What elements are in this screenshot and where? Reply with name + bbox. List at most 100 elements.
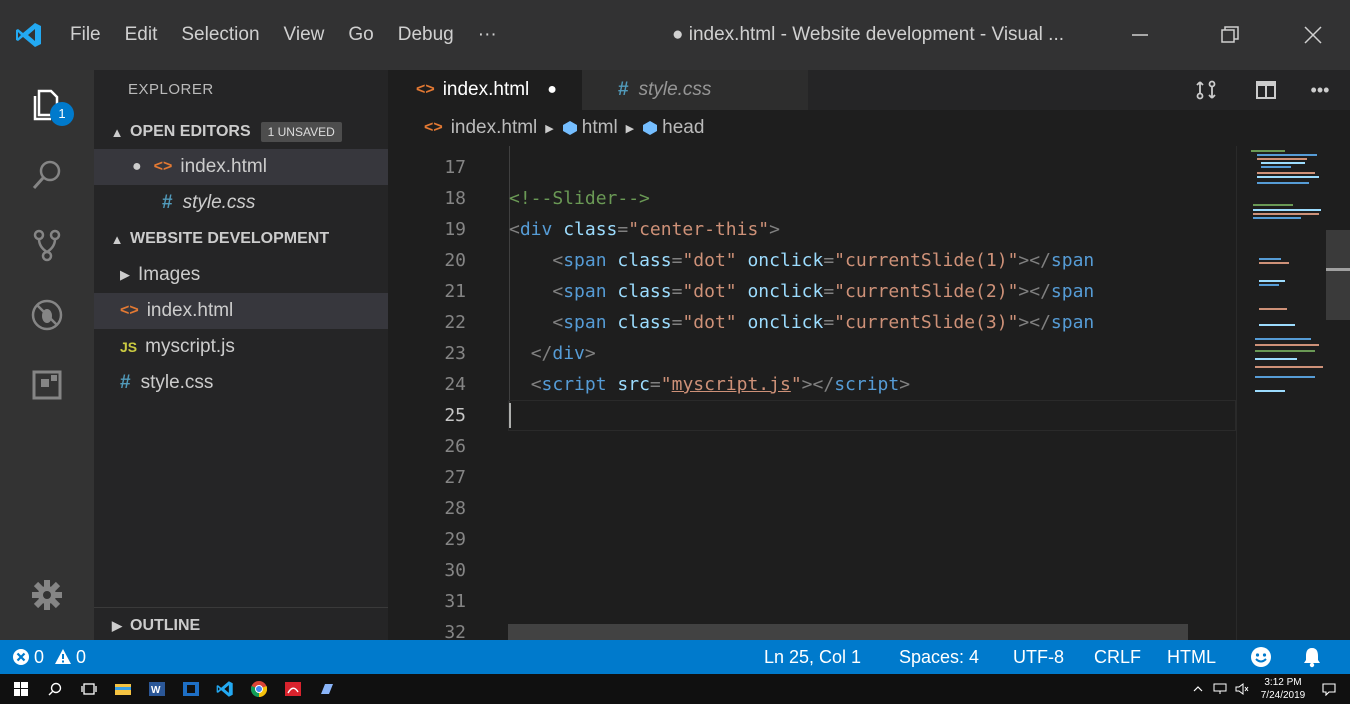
line-number: 18 xyxy=(444,188,466,209)
breadcrumb-head[interactable]: head xyxy=(662,117,704,139)
menu-debug[interactable]: Debug xyxy=(386,0,466,70)
chevron-up-icon xyxy=(1193,686,1203,692)
minimap-line xyxy=(1255,358,1297,360)
extensions-activity[interactable] xyxy=(0,350,94,420)
vscode-logo-icon xyxy=(216,681,233,697)
error-icon xyxy=(13,649,29,665)
split-editor-icon xyxy=(1256,81,1276,99)
explorer-title: EXPLORER xyxy=(128,81,214,98)
taskbar-word[interactable]: W xyxy=(142,674,172,704)
taskbar-clock[interactable]: 3:12 PM 7/24/2019 xyxy=(1258,676,1308,702)
expanded-chevron-icon: ▲ xyxy=(110,231,124,247)
minimap-line xyxy=(1253,209,1321,211)
scrollbar-thumb[interactable] xyxy=(1326,230,1350,320)
open-editor-index-html[interactable]: ● <> index.html xyxy=(94,149,388,185)
manage-activity[interactable] xyxy=(0,560,94,630)
code-editor[interactable]: 17 18 19 20 21 22 23 24 25 26 27 28 29 3… xyxy=(388,146,1236,640)
vscode-logo-icon[interactable] xyxy=(0,0,58,70)
menu-go[interactable]: Go xyxy=(336,0,385,70)
line-number: 32 xyxy=(444,622,466,640)
minimap-line xyxy=(1259,284,1279,286)
unsaved-dot-icon[interactable]: ● xyxy=(132,158,142,176)
tray-chevron-button[interactable] xyxy=(1186,674,1210,704)
split-editor-button[interactable] xyxy=(1246,70,1286,110)
open-changes-button[interactable] xyxy=(1186,70,1226,110)
error-count: 0 xyxy=(34,647,45,667)
taskbar-notepad[interactable] xyxy=(312,674,342,704)
menu-edit[interactable]: Edit xyxy=(113,0,170,70)
svg-text:W: W xyxy=(151,685,161,696)
compare-changes-icon xyxy=(1196,80,1216,100)
indentation-setting[interactable]: Spaces: 4 xyxy=(899,640,979,674)
taskbar-app[interactable] xyxy=(176,674,206,704)
file-myscript-js[interactable]: JS myscript.js xyxy=(94,329,388,365)
language-mode[interactable]: HTML xyxy=(1167,640,1216,674)
menu-file[interactable]: File xyxy=(58,0,113,70)
tab-label: index.html xyxy=(442,79,530,100)
close-window-button[interactable] xyxy=(1283,0,1343,70)
action-center-button[interactable] xyxy=(1314,674,1344,704)
source-control-activity[interactable] xyxy=(0,210,94,280)
file-style-css[interactable]: # style.css xyxy=(94,365,388,401)
notifications-button[interactable] xyxy=(1302,640,1322,674)
code-line-18: <!--Slider--> xyxy=(509,188,650,209)
cursor-position[interactable]: Ln 25, Col 1 xyxy=(764,640,861,674)
open-editors-header[interactable]: ▲ OPEN EDITORS 1 UNSAVED xyxy=(94,114,388,150)
taskbar-file-explorer[interactable] xyxy=(108,674,138,704)
line-number: 21 xyxy=(444,281,466,302)
problems-indicator[interactable]: 0 0 xyxy=(12,640,86,674)
tab-label: style.css xyxy=(638,79,712,100)
taskbar-vscode[interactable] xyxy=(210,674,240,704)
line-number: 28 xyxy=(444,498,466,519)
vertical-scrollbar[interactable] xyxy=(1326,146,1350,640)
line-number: 22 xyxy=(444,312,466,333)
taskbar-chrome[interactable] xyxy=(244,674,274,704)
script-src-link[interactable]: myscript.js xyxy=(672,374,791,395)
line-number: 20 xyxy=(444,250,466,271)
project-label: WEBSITE DEVELOPMENT xyxy=(130,230,330,247)
menu-more[interactable]: ··· xyxy=(466,0,509,70)
menu-view[interactable]: View xyxy=(272,0,337,70)
tab-index-html[interactable]: <> index.html ● xyxy=(388,70,582,110)
html-file-icon: <> xyxy=(424,119,443,136)
unsaved-dot-icon[interactable]: ● xyxy=(547,81,557,99)
minimap-line xyxy=(1259,262,1289,264)
file-label: index.html xyxy=(146,300,234,321)
breadcrumb-html[interactable]: html xyxy=(582,117,618,139)
code-line-24: <script src="myscript.js"></script> xyxy=(530,374,911,395)
outline-header[interactable]: ▶ OUTLINE xyxy=(94,607,388,643)
open-editor-label: style.css xyxy=(182,192,256,213)
tray-network[interactable] xyxy=(1208,674,1232,704)
search-activity[interactable] xyxy=(0,140,94,210)
html-file-icon: <> xyxy=(153,158,173,175)
minimize-button[interactable] xyxy=(1110,0,1170,70)
project-header[interactable]: ▲ WEBSITE DEVELOPMENT xyxy=(94,221,388,257)
collapsed-chevron-icon: ▶ xyxy=(112,617,122,633)
text-cursor xyxy=(509,403,511,428)
minimap-line xyxy=(1253,204,1293,206)
restore-button[interactable] xyxy=(1200,0,1260,70)
debug-activity[interactable] xyxy=(0,280,94,350)
breadcrumb-file[interactable]: index.html xyxy=(451,117,538,139)
horizontal-scrollbar[interactable] xyxy=(508,624,1188,640)
folder-images[interactable]: ▶ Images xyxy=(94,257,388,293)
menu-selection[interactable]: Selection xyxy=(169,0,271,70)
open-editor-style-css[interactable]: # style.css xyxy=(94,185,388,221)
minimap[interactable] xyxy=(1236,146,1326,640)
file-label: myscript.js xyxy=(145,336,235,357)
tab-style-css[interactable]: # style.css xyxy=(582,70,808,110)
task-view-button[interactable] xyxy=(74,674,104,704)
more-actions-button[interactable]: ••• xyxy=(1300,70,1340,110)
minimap-line xyxy=(1255,350,1315,352)
menu-bar: File Edit Selection View Go Debug ··· xyxy=(58,0,509,70)
encoding-setting[interactable]: UTF-8 xyxy=(1013,640,1064,674)
minimap-line xyxy=(1259,280,1285,282)
eol-setting[interactable]: CRLF xyxy=(1094,640,1141,674)
taskbar-acrobat[interactable] xyxy=(278,674,308,704)
file-index-html[interactable]: <> index.html xyxy=(94,293,388,329)
start-button[interactable] xyxy=(6,674,36,704)
explorer-activity[interactable]: 1 xyxy=(0,70,94,140)
tray-volume[interactable] xyxy=(1230,674,1254,704)
taskbar-search-button[interactable] xyxy=(40,674,70,704)
feedback-button[interactable] xyxy=(1250,640,1272,674)
